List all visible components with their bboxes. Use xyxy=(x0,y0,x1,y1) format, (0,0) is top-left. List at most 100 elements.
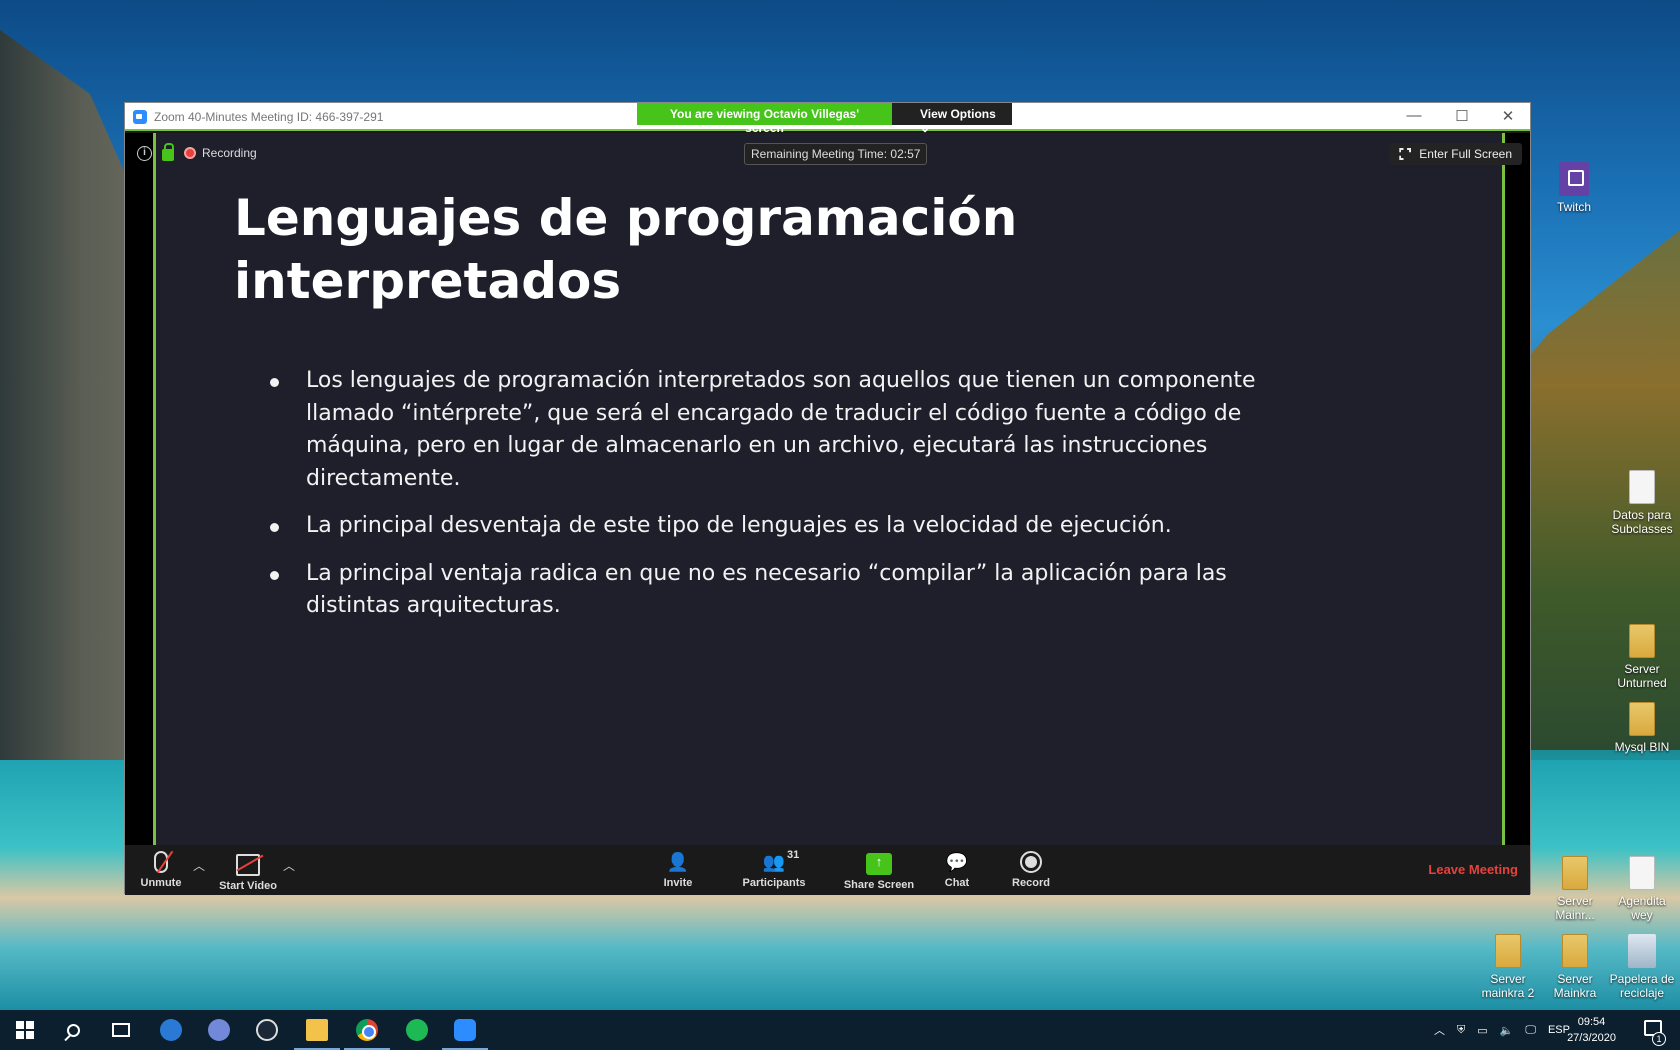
desktop-icon-label: Server Unturned xyxy=(1617,662,1667,690)
bullet-item: La principal ventaja radica en que no es… xyxy=(270,558,1266,623)
desktop-icon-recycle-bin[interactable]: Papelera de reciclaje xyxy=(1607,934,1677,1000)
desktop-icon-server-unturned[interactable]: Server Unturned xyxy=(1607,624,1677,690)
start-button[interactable] xyxy=(12,1018,38,1042)
task-view-button[interactable] xyxy=(108,1018,134,1042)
invite-button[interactable]: 👤 Invite xyxy=(653,851,703,889)
participants-label: Participants xyxy=(742,877,806,889)
invite-label: Invite xyxy=(663,877,693,889)
start-video-button[interactable]: Start Video xyxy=(213,851,283,892)
bullet-item: Los lenguajes de programación interpreta… xyxy=(270,365,1266,495)
chat-icon: 💬 xyxy=(945,852,969,872)
taskbar-file-explorer[interactable] xyxy=(294,1018,340,1050)
enter-full-screen-button[interactable]: Enter Full Screen xyxy=(1389,143,1522,165)
remaining-time: Remaining Meeting Time: 02:57 xyxy=(744,143,928,165)
start-video-label: Start Video xyxy=(219,880,277,892)
slide-title-line: Lenguajes de programación xyxy=(234,189,1018,247)
participants-icon: 👥 xyxy=(762,852,786,872)
desktop-icon-twitch[interactable]: Twitch xyxy=(1539,162,1609,214)
desktop-icon-server-mainr[interactable]: Server Mainr... xyxy=(1540,856,1610,922)
share-screen-label: Share Screen xyxy=(843,879,915,891)
taskbar-zoom[interactable] xyxy=(442,1018,488,1050)
view-options-button[interactable]: View Options ⌄ xyxy=(892,103,1012,135)
leave-meeting-button[interactable]: Leave Meeting xyxy=(1428,862,1518,877)
share-screen-icon: ↑ xyxy=(866,853,892,875)
zoom-icon xyxy=(454,1019,476,1041)
maximize-button[interactable]: ☐ xyxy=(1452,107,1472,125)
desktop-icon-agendita[interactable]: Agendita wey xyxy=(1607,856,1677,922)
fullscreen-icon xyxy=(1399,148,1412,160)
recycle-bin-icon xyxy=(1628,934,1656,968)
taskbar-steam[interactable] xyxy=(254,1018,280,1042)
taskbar-spotify[interactable] xyxy=(404,1018,430,1042)
discord-icon xyxy=(208,1019,230,1041)
folder-icon xyxy=(1495,934,1521,968)
desktop-icon-datos[interactable]: Datos para Subclasses xyxy=(1607,470,1677,536)
lock-icon[interactable] xyxy=(162,143,174,161)
chevron-up-icon[interactable]: ︿ xyxy=(1434,1022,1445,1038)
network-icon[interactable]: ▭ xyxy=(1477,1024,1487,1037)
search-icon xyxy=(66,1023,80,1037)
taskbar-chrome[interactable] xyxy=(344,1018,390,1050)
folder-icon xyxy=(1629,624,1655,658)
display-icon[interactable]: 🖵 xyxy=(1525,1024,1536,1037)
slide-title: Lenguajes de programación interpretados xyxy=(234,187,1134,313)
slide-bullets: Los lenguajes de programación interpreta… xyxy=(270,365,1266,638)
desktop-icon-label: Server mainkra 2 xyxy=(1481,972,1535,1000)
system-tray: ︿ ⛨ ▭ 🔈 🖵 ESP xyxy=(1434,1010,1570,1050)
titlebar: Zoom 40-Minutes Meeting ID: 466-397-291 … xyxy=(125,103,1530,135)
windows-logo-icon xyxy=(16,1021,34,1039)
zoom-window: Zoom 40-Minutes Meeting ID: 466-397-291 … xyxy=(124,102,1531,895)
chat-button[interactable]: 💬 Chat xyxy=(937,851,977,889)
folder-icon xyxy=(1562,934,1588,968)
zoom-app-icon xyxy=(133,110,147,124)
desktop-icon-label: Mysql BIN xyxy=(1614,740,1670,754)
slide-title-line: interpretados xyxy=(234,252,622,310)
window-title: Zoom 40-Minutes Meeting ID: 466-397-291 xyxy=(154,110,384,124)
close-button[interactable]: ✕ xyxy=(1498,107,1518,125)
minimize-button[interactable]: — xyxy=(1404,107,1424,124)
record-label: Record xyxy=(1012,877,1050,889)
search-button[interactable] xyxy=(60,1018,86,1042)
clock[interactable]: 09:54 27/3/2020 xyxy=(1567,1014,1616,1046)
microphone-muted-icon xyxy=(154,851,168,873)
desktop-icon-label: Server Mainr... xyxy=(1555,894,1595,922)
clock-date: 27/3/2020 xyxy=(1567,1032,1616,1044)
desktop-icon-server-mainkra[interactable]: Server Mainkra xyxy=(1540,934,1610,1000)
security-icon[interactable]: ⛨ xyxy=(1457,1024,1465,1037)
share-screen-button[interactable]: ↑ Share Screen xyxy=(843,851,915,891)
audio-options-caret-icon[interactable]: ︿ xyxy=(193,857,205,874)
edge-icon xyxy=(160,1019,182,1041)
unmute-button[interactable]: Unmute xyxy=(133,851,189,889)
folder-icon xyxy=(1629,702,1655,736)
desktop-icon-label: Twitch xyxy=(1556,200,1591,214)
chrome-icon xyxy=(356,1019,378,1041)
participants-button[interactable]: 👥 31 Participants xyxy=(739,849,809,889)
viewing-banner-text: You are viewing Octavio Villegas' screen xyxy=(637,103,892,135)
desktop-icon-server-mainkra-2[interactable]: Server mainkra 2 xyxy=(1473,934,1543,1000)
taskbar-discord[interactable] xyxy=(206,1018,232,1042)
participants-count: 31 xyxy=(787,849,800,861)
notification-count: 1 xyxy=(1652,1032,1666,1046)
unmute-label: Unmute xyxy=(140,877,182,889)
desktop-icon-mysql[interactable]: Mysql BIN xyxy=(1607,702,1677,754)
info-icon[interactable]: i xyxy=(137,145,152,161)
meeting-status: i Recording xyxy=(137,143,257,161)
view-options-label: View Options xyxy=(920,107,996,121)
taskbar: ︿ ⛨ ▭ 🔈 🖵 ESP 09:54 27/3/2020 1 xyxy=(0,1010,1680,1050)
record-button[interactable]: Record xyxy=(1009,851,1053,889)
twitch-icon xyxy=(1559,162,1589,196)
video-options-caret-icon[interactable]: ︿ xyxy=(283,857,295,874)
document-icon xyxy=(1629,470,1655,504)
chat-label: Chat xyxy=(944,877,970,889)
spotify-icon xyxy=(406,1019,428,1041)
task-view-icon xyxy=(112,1023,130,1037)
recording-label: Recording xyxy=(202,146,257,160)
presentation-slide: Lenguajes de programación interpretados … xyxy=(153,133,1505,845)
volume-icon[interactable]: 🔈 xyxy=(1500,1024,1514,1037)
desktop-icon-label: Server Mainkra xyxy=(1553,972,1597,1000)
desktop-icon-label: Papelera de reciclaje xyxy=(1609,972,1675,1000)
fullscreen-label: Enter Full Screen xyxy=(1419,147,1512,161)
video-off-icon xyxy=(236,854,260,876)
add-user-icon: 👤 xyxy=(666,852,690,872)
taskbar-edge[interactable] xyxy=(158,1018,184,1042)
